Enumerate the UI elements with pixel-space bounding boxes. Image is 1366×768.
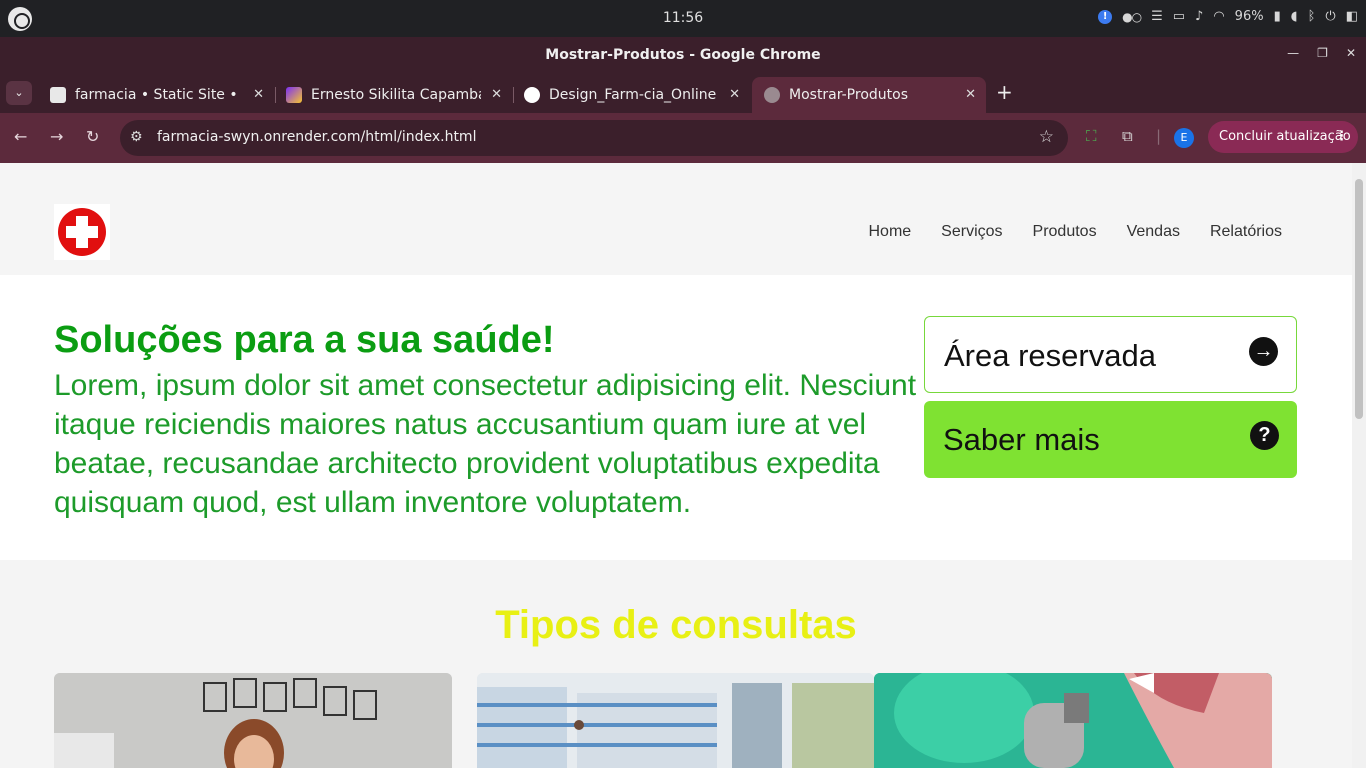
battery-percent[interactable]: 96% xyxy=(1235,9,1264,24)
extensions-puzzle-icon[interactable]: ⧉ xyxy=(1122,127,1133,145)
logo-cross-horizontal xyxy=(66,226,98,238)
nav-relatorios[interactable]: Relatórios xyxy=(1210,223,1282,241)
tab-label: Ernesto Sikilita Capamba xyxy=(311,87,481,103)
question-circle-icon: ? xyxy=(1250,421,1279,450)
close-tab-icon[interactable]: ✕ xyxy=(729,87,740,102)
dental-photo[interactable] xyxy=(874,673,1272,768)
nav-vendas[interactable]: Vendas xyxy=(1127,223,1180,241)
tab-ernesto[interactable]: Ernesto Sikilita Capamba ✕ xyxy=(274,77,514,113)
url-text[interactable]: farmacia-swyn.onrender.com/html/index.ht… xyxy=(157,129,476,145)
tab-search-button[interactable]: ⌄ xyxy=(6,81,32,105)
page-scrollbar[interactable] xyxy=(1352,163,1366,768)
reload-icon[interactable]: ↻ xyxy=(86,127,99,146)
close-tab-icon[interactable]: ✕ xyxy=(965,87,976,102)
bell-icon[interactable]: ♪ xyxy=(1195,9,1203,24)
battery-icon[interactable]: ▮ xyxy=(1274,9,1281,24)
scrollbar-thumb[interactable] xyxy=(1355,179,1363,419)
notification-info-icon[interactable]: ! xyxy=(1098,9,1113,24)
doctor-photo-art xyxy=(54,673,452,768)
hero-text: Lorem, ipsum dolor sit amet consectetur … xyxy=(54,369,917,519)
os-top-bar: 11:56 ! ●○ ☰ ▭ ♪ ◠ 96% ▮ ◖ ᛒ ⏻ ◧ xyxy=(0,0,1366,37)
nav-home[interactable]: Home xyxy=(868,223,911,241)
workspace-dots-icon[interactable]: ●○ xyxy=(1122,10,1142,24)
dental-photo-art xyxy=(874,673,1272,768)
update-button[interactable]: Concluir atualização ⋮ xyxy=(1208,121,1358,153)
consult-types-title: Tipos de consultas xyxy=(495,603,857,647)
wifi-icon[interactable]: ◠ xyxy=(1213,9,1224,24)
system-tray: ! ●○ ☰ ▭ ♪ ◠ 96% ▮ ◖ ᛒ ⏻ ◧ xyxy=(1098,9,1358,24)
nav-servicos[interactable]: Serviços xyxy=(941,223,1002,241)
github-favicon-icon xyxy=(524,87,540,103)
tab-github[interactable]: Design_Farm-cia_Online ✕ xyxy=(512,77,750,113)
power-icon[interactable]: ⏻ xyxy=(1325,9,1335,24)
tab-label: Design_Farm-cia_Online xyxy=(549,87,717,103)
reserved-area-button[interactable]: Área reservada → xyxy=(924,316,1297,393)
update-label: Concluir atualização xyxy=(1219,129,1351,144)
site-header: Home Serviços Produtos Vendas Relatórios xyxy=(0,163,1352,275)
pharmacy-store-photo[interactable] xyxy=(477,673,874,768)
bluetooth-icon[interactable]: ᛒ xyxy=(1308,9,1316,24)
close-tab-icon[interactable]: ✕ xyxy=(491,87,502,102)
minimize-icon[interactable]: — xyxy=(1287,46,1299,60)
menu-icon[interactable]: ☰ xyxy=(1151,9,1163,24)
consult-types-section: Tipos de consultas xyxy=(0,560,1352,768)
restore-icon[interactable]: ❐ xyxy=(1317,46,1328,60)
toolbar-separator: | xyxy=(1156,127,1162,145)
render-favicon-icon xyxy=(50,87,66,103)
bookmark-star-icon[interactable]: ☆ xyxy=(1039,127,1054,147)
window-controls: — ❐ ✕ xyxy=(1287,46,1356,60)
pharmacy-cross-logo-icon[interactable] xyxy=(54,204,110,260)
nav-produtos[interactable]: Produtos xyxy=(1033,223,1097,241)
panel-toggle-icon[interactable]: ◧ xyxy=(1346,9,1358,24)
screenshot-extension-icon[interactable]: ⛶ xyxy=(1086,127,1097,145)
tab-farmacia[interactable]: farmacia • Static Site • ✕ xyxy=(38,77,276,113)
browser-toolbar: ← → ↻ ⚙ farmacia-swyn.onrender.com/html/… xyxy=(0,113,1366,163)
web-page: Home Serviços Produtos Vendas Relatórios… xyxy=(0,163,1352,768)
reserved-area-label: Área reservada xyxy=(944,338,1156,373)
forward-icon[interactable]: → xyxy=(50,127,63,146)
site-info-icon[interactable]: ⚙ xyxy=(130,129,143,145)
tab-strip: ⌄ farmacia • Static Site • ✕ Ernesto Sik… xyxy=(0,73,1366,113)
pharmacy-store-photo-art xyxy=(477,673,874,768)
hero-title: Soluções para a sua saúde! xyxy=(54,319,555,361)
arrow-right-circle-icon: → xyxy=(1249,337,1278,366)
tab-label: Mostrar-Produtos xyxy=(789,87,908,103)
tab-mostrar-produtos[interactable]: Mostrar-Produtos ✕ xyxy=(752,77,986,113)
learn-more-label: Saber mais xyxy=(943,422,1100,457)
globe-favicon-icon xyxy=(764,87,780,103)
new-tab-button[interactable]: + xyxy=(996,80,1013,104)
window-title-bar: Mostrar-Produtos - Google Chrome — ❐ ✕ xyxy=(0,37,1366,73)
tab-label: farmacia • Static Site • xyxy=(75,87,238,103)
volume-icon[interactable]: ◖ xyxy=(1291,9,1298,24)
hero-section: Soluções para a sua saúde! Lorem, ipsum … xyxy=(0,275,1352,560)
doctor-photo[interactable] xyxy=(54,673,452,768)
learn-more-button[interactable]: Saber mais ? xyxy=(924,401,1297,478)
profile-avatar[interactable]: E xyxy=(1174,128,1194,148)
close-tab-icon[interactable]: ✕ xyxy=(253,87,264,102)
window-title: Mostrar-Produtos - Google Chrome xyxy=(545,47,821,63)
vite-favicon-icon xyxy=(286,87,302,103)
close-window-icon[interactable]: ✕ xyxy=(1346,46,1356,60)
folder-icon[interactable]: ▭ xyxy=(1173,9,1185,24)
address-bar[interactable]: ⚙ farmacia-swyn.onrender.com/html/index.… xyxy=(120,120,1068,156)
main-nav: Home Serviços Produtos Vendas Relatórios xyxy=(868,223,1282,241)
more-menu-icon[interactable]: ⋮ xyxy=(1335,121,1348,153)
back-icon[interactable]: ← xyxy=(14,127,27,146)
